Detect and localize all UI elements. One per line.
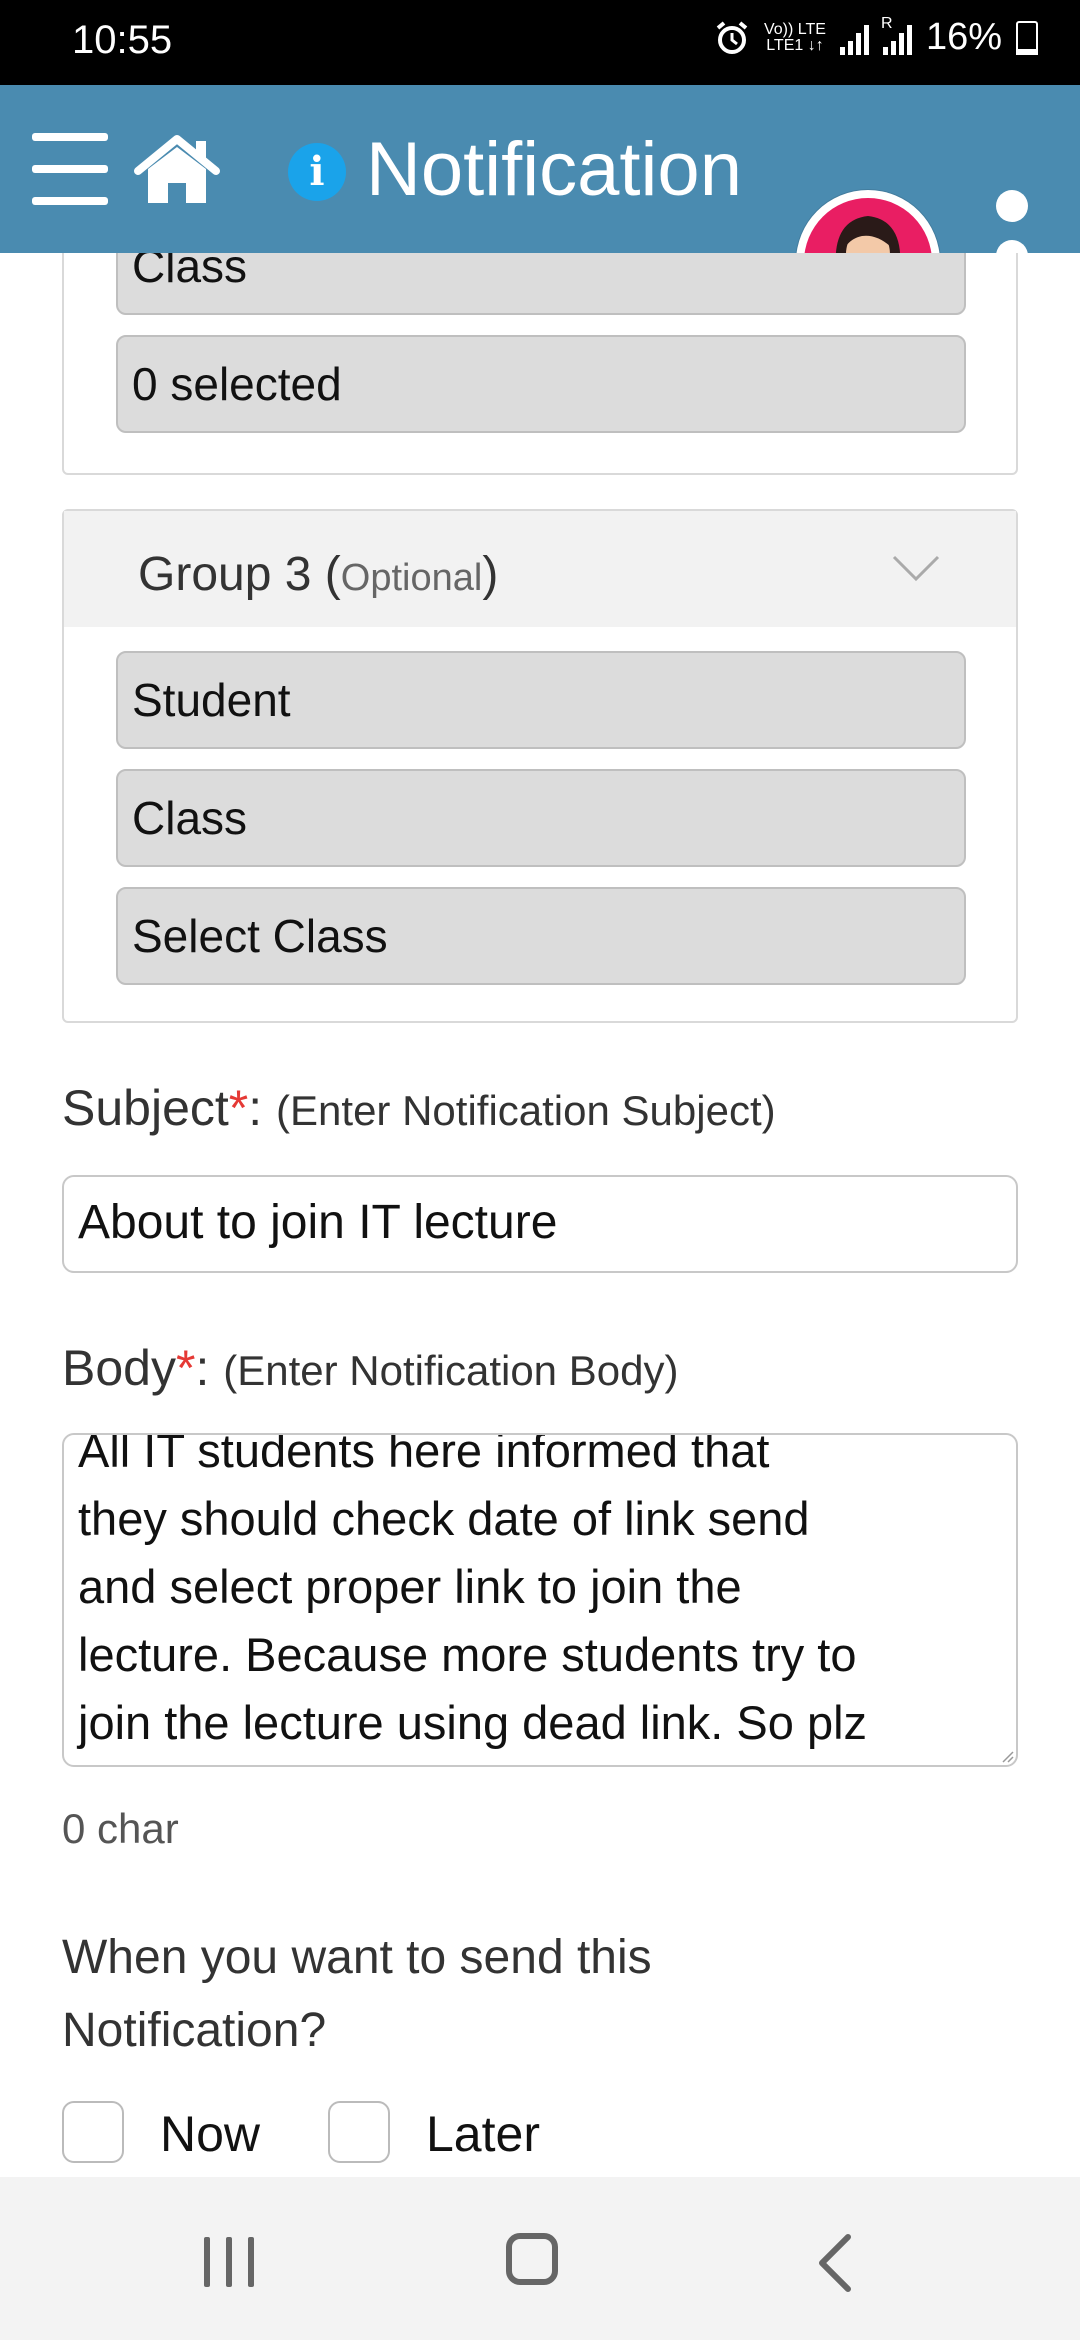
required-mark: *: [228, 1080, 249, 1136]
roaming-indicator: R: [880, 14, 893, 32]
group-3-title: Group 3 (Optional): [138, 547, 498, 602]
question-line-2: Notification?: [62, 2004, 327, 2057]
subject-colon: :: [248, 1080, 277, 1136]
question-line-1: When you want to send this: [62, 1931, 652, 1984]
chevron-down-icon[interactable]: [892, 545, 940, 593]
subject-hint: (Enter Notification Subject): [276, 1087, 776, 1134]
status-icons: Vo)) LTE LTE1 ↓↑ R 16%: [714, 15, 1038, 59]
group-3-panel: Group 3 (Optional) Student Class Select …: [62, 509, 1018, 1023]
required-mark: *: [175, 1340, 196, 1396]
home-icon[interactable]: [134, 135, 220, 205]
status-time: 10:55: [72, 18, 173, 62]
group-3-select-class-select[interactable]: Select Class: [116, 887, 966, 985]
group-3-student-select[interactable]: Student: [116, 651, 966, 749]
app-bar: i Notification: [0, 85, 1080, 334]
body-line: join the lecture using dead link. So plz: [78, 1696, 868, 1749]
home-nav-icon[interactable]: [506, 2233, 558, 2285]
char-count: 0 char: [62, 1805, 179, 1852]
info-icon: i: [288, 143, 346, 201]
group-2-selected-select[interactable]: 0 selected: [116, 335, 966, 433]
body-line: All IT students here informed that: [78, 1433, 770, 1477]
subject-label-text: Subject: [62, 1080, 229, 1136]
now-checkbox[interactable]: [62, 2101, 124, 2163]
alarm-icon: [716, 20, 748, 54]
page-title: Notification: [366, 127, 742, 212]
group-3-paren-close: ): [482, 548, 499, 601]
back-icon[interactable]: [812, 2233, 862, 2293]
body-label: Body*: (Enter Notification Body): [62, 1339, 678, 1397]
subject-value: About to join IT lecture: [78, 1196, 558, 1249]
body-label-text: Body: [62, 1340, 176, 1396]
group-3-select-class-text: Select Class: [132, 910, 388, 962]
group-2-class-text: Class: [132, 253, 248, 292]
battery-percent: 16%: [925, 16, 1002, 58]
network-bottom-text: LTE1 ↓↑: [766, 36, 824, 54]
group-3-class-text: Class: [132, 792, 248, 844]
group-3-paren-open: (: [311, 548, 341, 601]
group-3-class-select[interactable]: Class: [116, 769, 966, 867]
group-2-panel: Class 0 selected: [62, 253, 1018, 475]
body-hint: (Enter Notification Body): [223, 1347, 679, 1394]
later-checkbox[interactable]: [328, 2101, 390, 2163]
hamburger-menu-icon[interactable]: [32, 127, 108, 211]
body-line: lecture. Because more students try to: [78, 1628, 857, 1681]
optional-label: Optional: [340, 557, 483, 599]
group-3-header[interactable]: Group 3 (Optional): [64, 511, 1016, 627]
later-label[interactable]: Later: [426, 2105, 540, 2163]
group-2-selected-text: 0 selected: [132, 358, 342, 410]
network-type: Vo)) LTE LTE1 ↓↑: [763, 20, 826, 54]
group-3-title-text: Group 3: [138, 548, 312, 601]
resize-handle-icon[interactable]: [998, 1747, 1014, 1763]
notification-form: Class 0 selected Group 3 (Optional) Stud…: [0, 253, 1080, 2177]
signal-icon-2: R: [881, 15, 912, 55]
body-textarea[interactable]: All IT students here informed that they …: [62, 1433, 1018, 1767]
status-bar: 10:55 Vo)) LTE LTE1 ↓↑ R 16%: [0, 0, 1080, 85]
body-text: All IT students here informed that they …: [78, 1433, 1002, 1757]
group-2-class-select[interactable]: Class: [116, 253, 966, 315]
now-label[interactable]: Now: [160, 2105, 260, 2163]
send-time-question: When you want to send this Notification?: [62, 1921, 962, 2067]
system-nav-bar: [0, 2177, 1080, 2340]
battery-icon: [1016, 20, 1038, 55]
body-line: and select proper link to join the: [78, 1560, 742, 1613]
body-colon: :: [195, 1340, 224, 1396]
group-3-student-text: Student: [132, 674, 291, 726]
signal-icon-1: [839, 21, 869, 55]
subject-label: Subject*: (Enter Notification Subject): [62, 1079, 776, 1137]
body-line: they should check date of link send: [78, 1492, 810, 1545]
subject-input[interactable]: About to join IT lecture: [62, 1175, 1018, 1273]
network-top-text: Vo)) LTE: [763, 20, 826, 38]
recents-icon[interactable]: [204, 2237, 258, 2287]
